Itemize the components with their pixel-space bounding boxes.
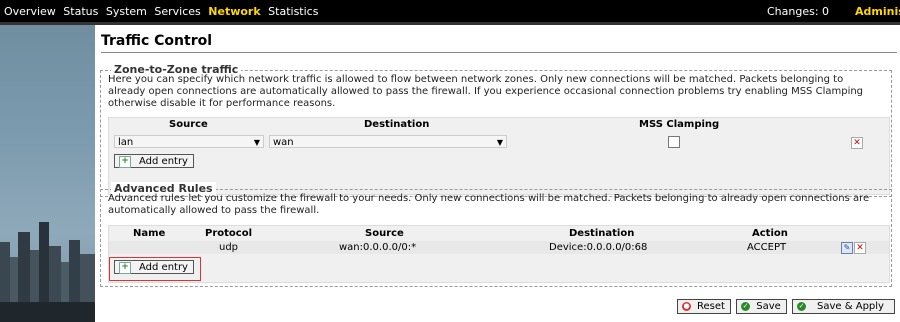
- zone-add-entry-button[interactable]: + Add entry: [114, 154, 194, 168]
- main-content: Traffic Control Zone-to-Zone traffic Her…: [95, 25, 900, 322]
- rules-header-protocol: Protocol: [205, 228, 253, 239]
- rules-header-destination: Destination: [569, 228, 635, 239]
- nav-network[interactable]: Network: [208, 5, 260, 18]
- zone-source-value: lan: [118, 137, 134, 148]
- chevron-down-icon: ▼: [496, 138, 503, 147]
- title-divider: [101, 52, 897, 53]
- rule-destination: Device:0.0.0.0/0:68: [549, 242, 648, 253]
- reset-button[interactable]: ● Reset: [677, 299, 731, 314]
- zone-to-zone-description: Here you can specify which network traff…: [108, 74, 864, 109]
- chevron-down-icon: ▼: [253, 138, 260, 147]
- add-entry-highlight-box: [109, 257, 201, 281]
- main-menu: Overview Status System Services Network …: [4, 5, 322, 18]
- advanced-rules-description: Advanced rules let you customize the fir…: [108, 193, 870, 216]
- sidebar-skyline-image: [0, 25, 95, 322]
- zone-header-destination: Destination: [364, 119, 430, 130]
- zone-destination-value: wan: [273, 137, 294, 148]
- rules-header-action: Action: [752, 228, 788, 239]
- rule-source: wan:0.0.0.0/0:*: [339, 242, 417, 253]
- nav-status[interactable]: Status: [63, 5, 98, 18]
- checkmark-icon: ✓: [797, 302, 806, 311]
- nav-services[interactable]: Services: [154, 5, 200, 18]
- save-apply-button[interactable]: ✓ Save & Apply: [792, 299, 895, 314]
- nav-statistics[interactable]: Statistics: [268, 5, 318, 18]
- rule-row[interactable]: udp wan:0.0.0.0/0:* Device:0.0.0.0/0:68 …: [109, 241, 889, 254]
- city-skyline-graphic: [0, 222, 95, 322]
- zone-destination-select[interactable]: wan ▼: [269, 135, 507, 148]
- nav-system[interactable]: System: [106, 5, 147, 18]
- zone-table: Source Destination MSS Clamping lan ▼ wa…: [108, 117, 890, 195]
- zone-add-entry-label: Add entry: [139, 156, 188, 167]
- reset-label: Reset: [697, 301, 725, 312]
- rule-protocol: udp: [219, 242, 239, 253]
- add-icon: +: [119, 156, 131, 168]
- zone-source-select[interactable]: lan ▼: [114, 135, 264, 148]
- admin-mode-label[interactable]: Administ: [855, 5, 900, 18]
- top-navigation-bar: Overview Status System Services Network …: [0, 0, 900, 22]
- advanced-rules-table: Name Protocol Source Destination Action …: [108, 225, 890, 283]
- delete-icon[interactable]: ✕: [854, 242, 866, 254]
- changes-counter[interactable]: Changes: 0: [767, 5, 829, 18]
- zone-header-mss: MSS Clamping: [639, 119, 720, 130]
- save-button[interactable]: ✓ Save: [736, 299, 787, 314]
- save-apply-label: Save & Apply: [817, 301, 884, 312]
- rules-header-source: Source: [365, 228, 404, 239]
- advanced-rules-section: Advanced Rules Advanced rules let you cu…: [100, 182, 892, 287]
- delete-icon[interactable]: ✕: [851, 137, 863, 149]
- save-label: Save: [756, 301, 781, 312]
- rule-action: ACCEPT: [747, 242, 787, 253]
- reset-icon: ●: [682, 302, 691, 311]
- edit-icon[interactable]: ✎: [841, 242, 853, 254]
- nav-overview[interactable]: Overview: [4, 5, 56, 18]
- zone-to-zone-section: Zone-to-Zone traffic Here you can specif…: [100, 63, 892, 197]
- zone-header-source: Source: [169, 119, 208, 130]
- mss-clamping-checkbox[interactable]: [668, 136, 680, 148]
- page-title: Traffic Control: [101, 33, 213, 49]
- rules-header-name: Name: [133, 228, 166, 239]
- checkmark-icon: ✓: [741, 302, 750, 311]
